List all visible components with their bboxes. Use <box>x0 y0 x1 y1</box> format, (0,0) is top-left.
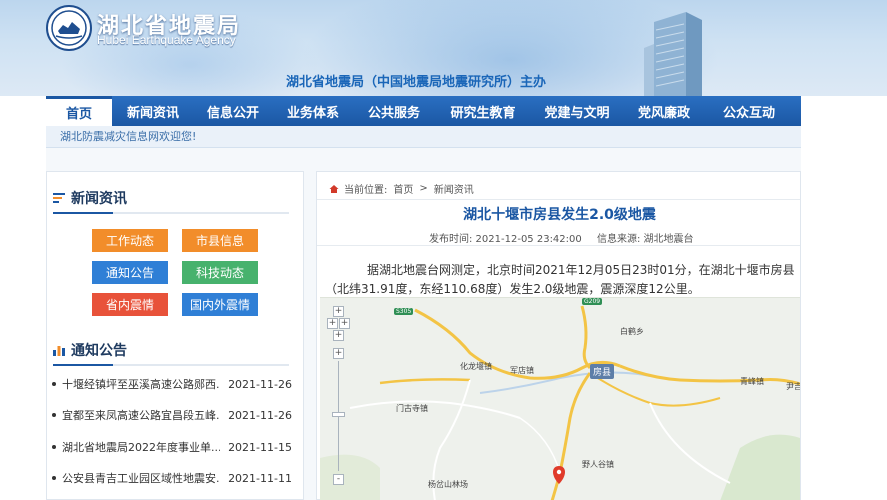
category-notices[interactable]: 通知公告 <box>92 261 168 284</box>
notice-date: 2021-11-11 <box>228 471 292 485</box>
map-label-yerengu: 野人谷镇 <box>582 460 614 469</box>
map-label-yinji: 尹吉 <box>786 382 800 391</box>
breadcrumb-prefix: 当前位置: <box>344 185 388 196</box>
bullet-icon <box>52 445 56 449</box>
building-image <box>644 12 702 96</box>
site-header: 湖北省地震局 Hubei Earthquake Agency 湖北省地震局（中国… <box>0 0 887 96</box>
map-label-mengusi: 门古寺镇 <box>396 404 428 413</box>
pan-down-button[interactable]: + <box>333 330 344 341</box>
nav-integrity[interactable]: 党风廉政 <box>622 96 706 126</box>
map-label-qingfeng: 青峰镇 <box>740 377 764 386</box>
notice-title[interactable]: 宜都至来凤高速公路宜昌段五峰... <box>62 407 220 423</box>
article-source: 信息来源: 湖北地震台 <box>597 234 694 245</box>
category-work-news[interactable]: 工作动态 <box>92 229 168 252</box>
notice-section-title: 通知公告 <box>71 343 127 359</box>
category-tech-news[interactable]: 科技动态 <box>182 261 258 284</box>
site-subtitle: Hubei Earthquake Agency <box>97 33 236 47</box>
agency-emblem-icon <box>51 10 87 46</box>
news-section-divider <box>53 212 289 214</box>
map-label-hualongyan: 化龙堰镇 <box>460 362 492 371</box>
bullet-icon <box>52 476 56 480</box>
pan-up-button[interactable]: + <box>333 306 344 317</box>
agency-logo[interactable] <box>46 5 92 51</box>
news-section-header: 新闻资讯 <box>53 188 127 208</box>
nav-party-building[interactable]: 党建与文明 <box>532 96 622 126</box>
nav-public-interaction[interactable]: 公众互动 <box>706 96 792 126</box>
road-badge-s305: S305 <box>394 308 414 315</box>
zoom-slider-handle[interactable] <box>332 412 345 417</box>
main-nav: 首页 新闻资讯 信息公开 业务体系 公共服务 研究生教育 党建与文明 党风廉政 … <box>46 96 801 126</box>
map-label-yangchashan: 杨岔山林场 <box>428 480 468 489</box>
notice-section-divider <box>53 364 289 366</box>
nav-home[interactable]: 首页 <box>46 96 112 126</box>
zoom-out-button[interactable]: - <box>333 474 344 485</box>
breadcrumb-divider <box>317 199 800 200</box>
category-county-info[interactable]: 市县信息 <box>182 229 258 252</box>
epicenter-map[interactable]: + + + + + - S305 G209 白鹤乡 化龙堰镇 军店镇 房县 青峰… <box>320 297 800 500</box>
notice-title[interactable]: 十堰经镇坪至巫溪高速公路郧西... <box>62 376 220 392</box>
breadcrumb-news[interactable]: 新闻资讯 <box>434 181 474 196</box>
news-section-title: 新闻资讯 <box>71 191 127 207</box>
pan-right-button[interactable]: + <box>339 318 350 329</box>
bullet-icon <box>52 413 56 417</box>
list-icon <box>53 193 65 203</box>
breadcrumb-separator: > <box>419 183 428 194</box>
nav-public-service[interactable]: 公共服务 <box>354 96 434 126</box>
road-badge-g209: G209 <box>582 298 603 305</box>
map-roads <box>320 305 800 500</box>
notice-date: 2021-11-15 <box>228 440 292 454</box>
breadcrumb: 当前位置: 首页 > 新闻资讯 <box>329 181 480 196</box>
notice-date: 2021-11-26 <box>228 408 292 422</box>
nav-graduate-education[interactable]: 研究生教育 <box>434 96 532 126</box>
breadcrumb-home[interactable]: 首页 <box>393 181 413 196</box>
pan-left-button[interactable]: + <box>327 318 338 329</box>
notice-title[interactable]: 湖北省地震局2022年度事业单... <box>62 439 220 455</box>
welcome-marquee: 湖北防震减灾信息网欢迎您! <box>46 126 801 148</box>
article-title: 湖北十堰市房县发生2.0级地震 <box>463 207 656 223</box>
notice-item[interactable]: 湖北省地震局2022年度事业单... 2021-11-15 <box>52 439 292 455</box>
notice-item[interactable]: 公安县青吉工业园区域性地震安... 2021-11-11 <box>52 470 292 486</box>
map-label-fangxian: 房县 <box>590 364 615 379</box>
notice-title[interactable]: 公安县青吉工业园区域性地震安... <box>62 470 220 486</box>
notice-item[interactable]: 宜都至来凤高速公路宜昌段五峰... 2021-11-26 <box>52 407 292 423</box>
bullet-icon <box>52 382 56 386</box>
notice-item[interactable]: 十堰经镇坪至巫溪高速公路郧西... 2021-11-26 <box>52 376 292 392</box>
bar-chart-icon <box>53 346 65 356</box>
home-icon <box>329 184 339 193</box>
category-global-quakes[interactable]: 国内外震情 <box>182 293 258 316</box>
notice-section-header: 通知公告 <box>53 340 127 360</box>
epicenter-marker-icon <box>553 466 565 484</box>
article-body: 据湖北地震台网测定，北京时间2021年12月05日23时01分，在湖北十堰市房县… <box>325 263 795 296</box>
zoom-in-button[interactable]: + <box>333 348 344 359</box>
nav-business[interactable]: 业务体系 <box>272 96 354 126</box>
host-organization: 湖北省地震局（中国地震局地震研究所）主办 <box>286 75 547 90</box>
notice-date: 2021-11-26 <box>228 377 292 391</box>
nav-news[interactable]: 新闻资讯 <box>112 96 194 126</box>
nav-info-disclosure[interactable]: 信息公开 <box>194 96 272 126</box>
map-label-baihe: 白鹤乡 <box>620 327 644 336</box>
meta-divider <box>317 245 800 246</box>
sidebar: 新闻资讯 工作动态 市县信息 通知公告 科技动态 省内震情 国内外震情 通知公告… <box>46 171 304 500</box>
category-provincial-quakes[interactable]: 省内震情 <box>92 293 168 316</box>
map-label-jundian: 军店镇 <box>510 366 534 375</box>
publish-time: 发布时间: 2021-12-05 23:42:00 <box>429 234 582 245</box>
